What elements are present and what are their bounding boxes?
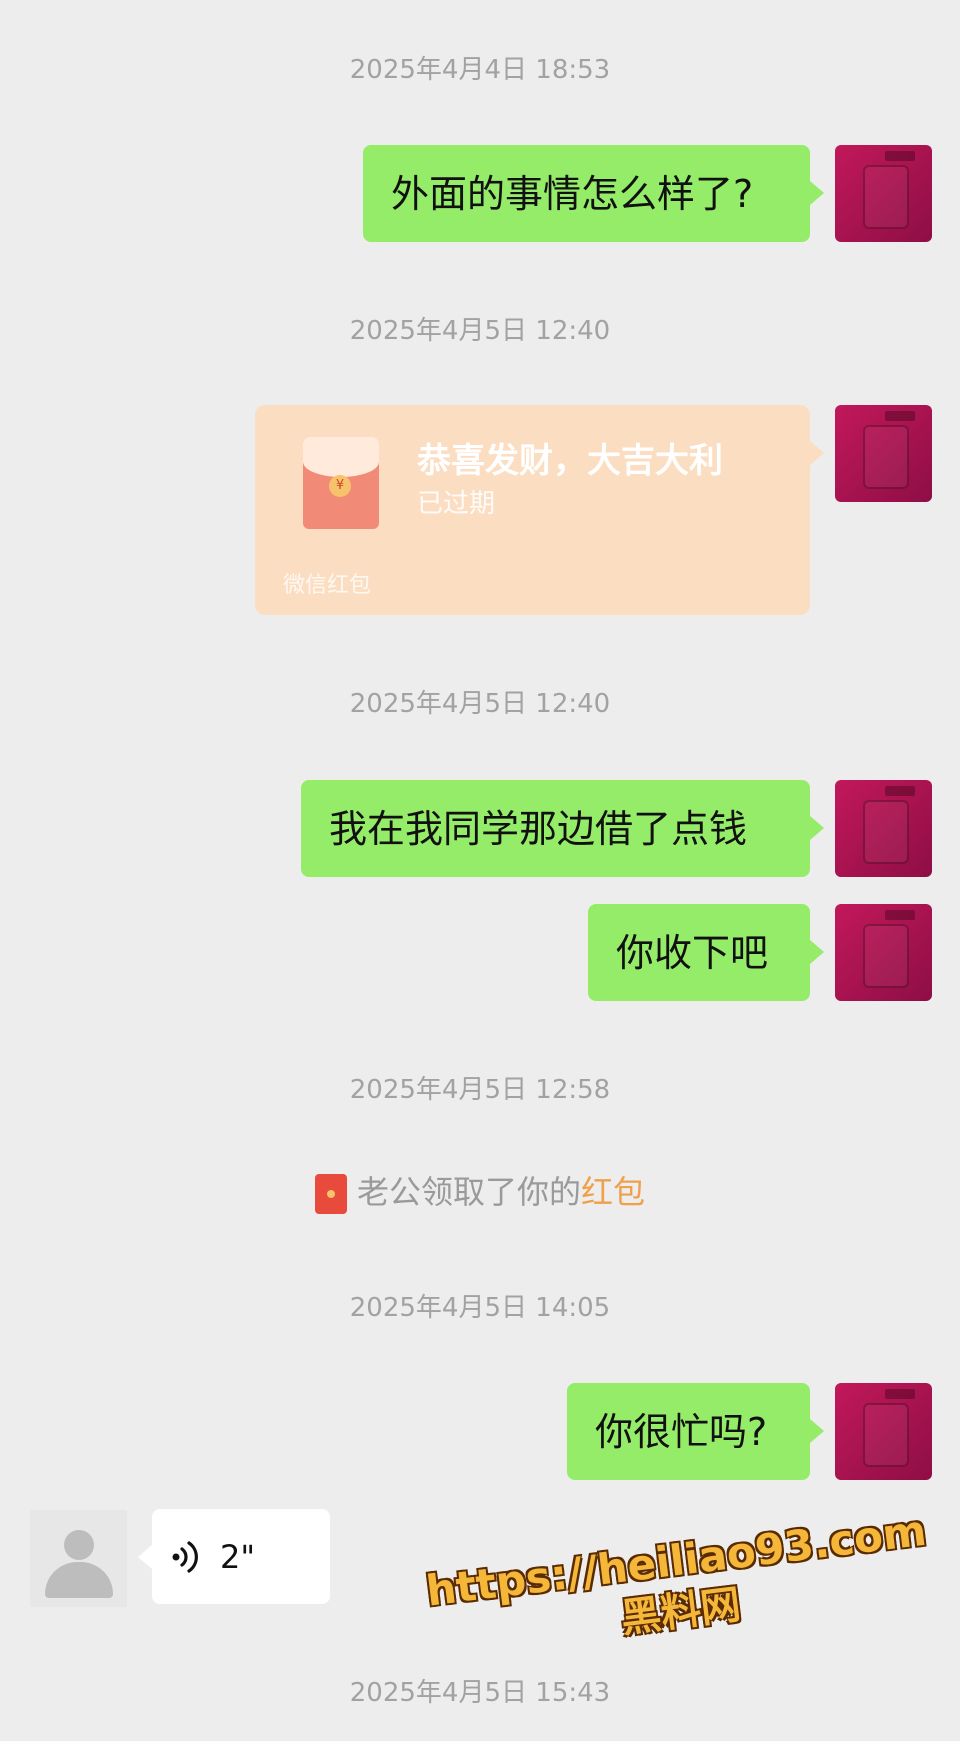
red-packet-received-notice: 老公领取了你的红包 bbox=[0, 1172, 960, 1214]
my-avatar[interactable] bbox=[835, 145, 932, 242]
red-packet-footer: 微信红包 bbox=[283, 573, 372, 598]
my-avatar[interactable] bbox=[835, 904, 932, 1001]
my-avatar[interactable] bbox=[835, 1383, 932, 1480]
my-avatar[interactable] bbox=[835, 405, 932, 502]
my-avatar[interactable] bbox=[835, 780, 932, 877]
message-text: 你很忙吗? bbox=[595, 1409, 768, 1454]
timestamp: 2025年4月5日 12:58 bbox=[349, 1075, 611, 1105]
timestamp: 2025年4月4日 18:53 bbox=[349, 55, 611, 85]
watermark: https://heiliao93.com 黑料网 bbox=[423, 1505, 936, 1705]
red-packet-link[interactable]: 红包 bbox=[581, 1173, 645, 1211]
message-text: 我在我同学那边借了点钱 bbox=[329, 806, 748, 851]
voice-wave-icon bbox=[172, 1540, 198, 1573]
red-packet-status: 已过期 bbox=[417, 489, 496, 519]
voice-message-bubble[interactable]: 2" bbox=[138, 1509, 330, 1604]
red-packet-title: 恭喜发财，大吉大利 bbox=[417, 441, 723, 481]
red-packet-icon bbox=[314, 1174, 347, 1214]
red-packet-card[interactable]: ¥ 恭喜发财，大吉大利 已过期 微信红包 bbox=[255, 405, 824, 615]
message-text: 外面的事情怎么样了? bbox=[391, 171, 754, 216]
timestamp: 2025年4月5日 14:05 bbox=[349, 1293, 611, 1323]
timestamp: 2025年4月5日 12:40 bbox=[349, 316, 611, 346]
outgoing-message-bubble[interactable]: 你收下吧 bbox=[588, 904, 824, 1001]
contact-avatar[interactable] bbox=[30, 1510, 127, 1607]
voice-duration: 2" bbox=[220, 1537, 256, 1576]
red-envelope-icon: ¥ bbox=[303, 437, 379, 529]
coin-icon: ¥ bbox=[329, 475, 351, 497]
timestamp: 2025年4月5日 12:40 bbox=[349, 689, 611, 719]
outgoing-message-bubble[interactable]: 外面的事情怎么样了? bbox=[363, 145, 824, 242]
message-text: 你收下吧 bbox=[616, 930, 769, 975]
outgoing-message-bubble[interactable]: 你很忙吗? bbox=[567, 1383, 824, 1480]
outgoing-message-bubble[interactable]: 我在我同学那边借了点钱 bbox=[301, 780, 824, 877]
system-message-text: 老公领取了你的 bbox=[356, 1173, 581, 1211]
